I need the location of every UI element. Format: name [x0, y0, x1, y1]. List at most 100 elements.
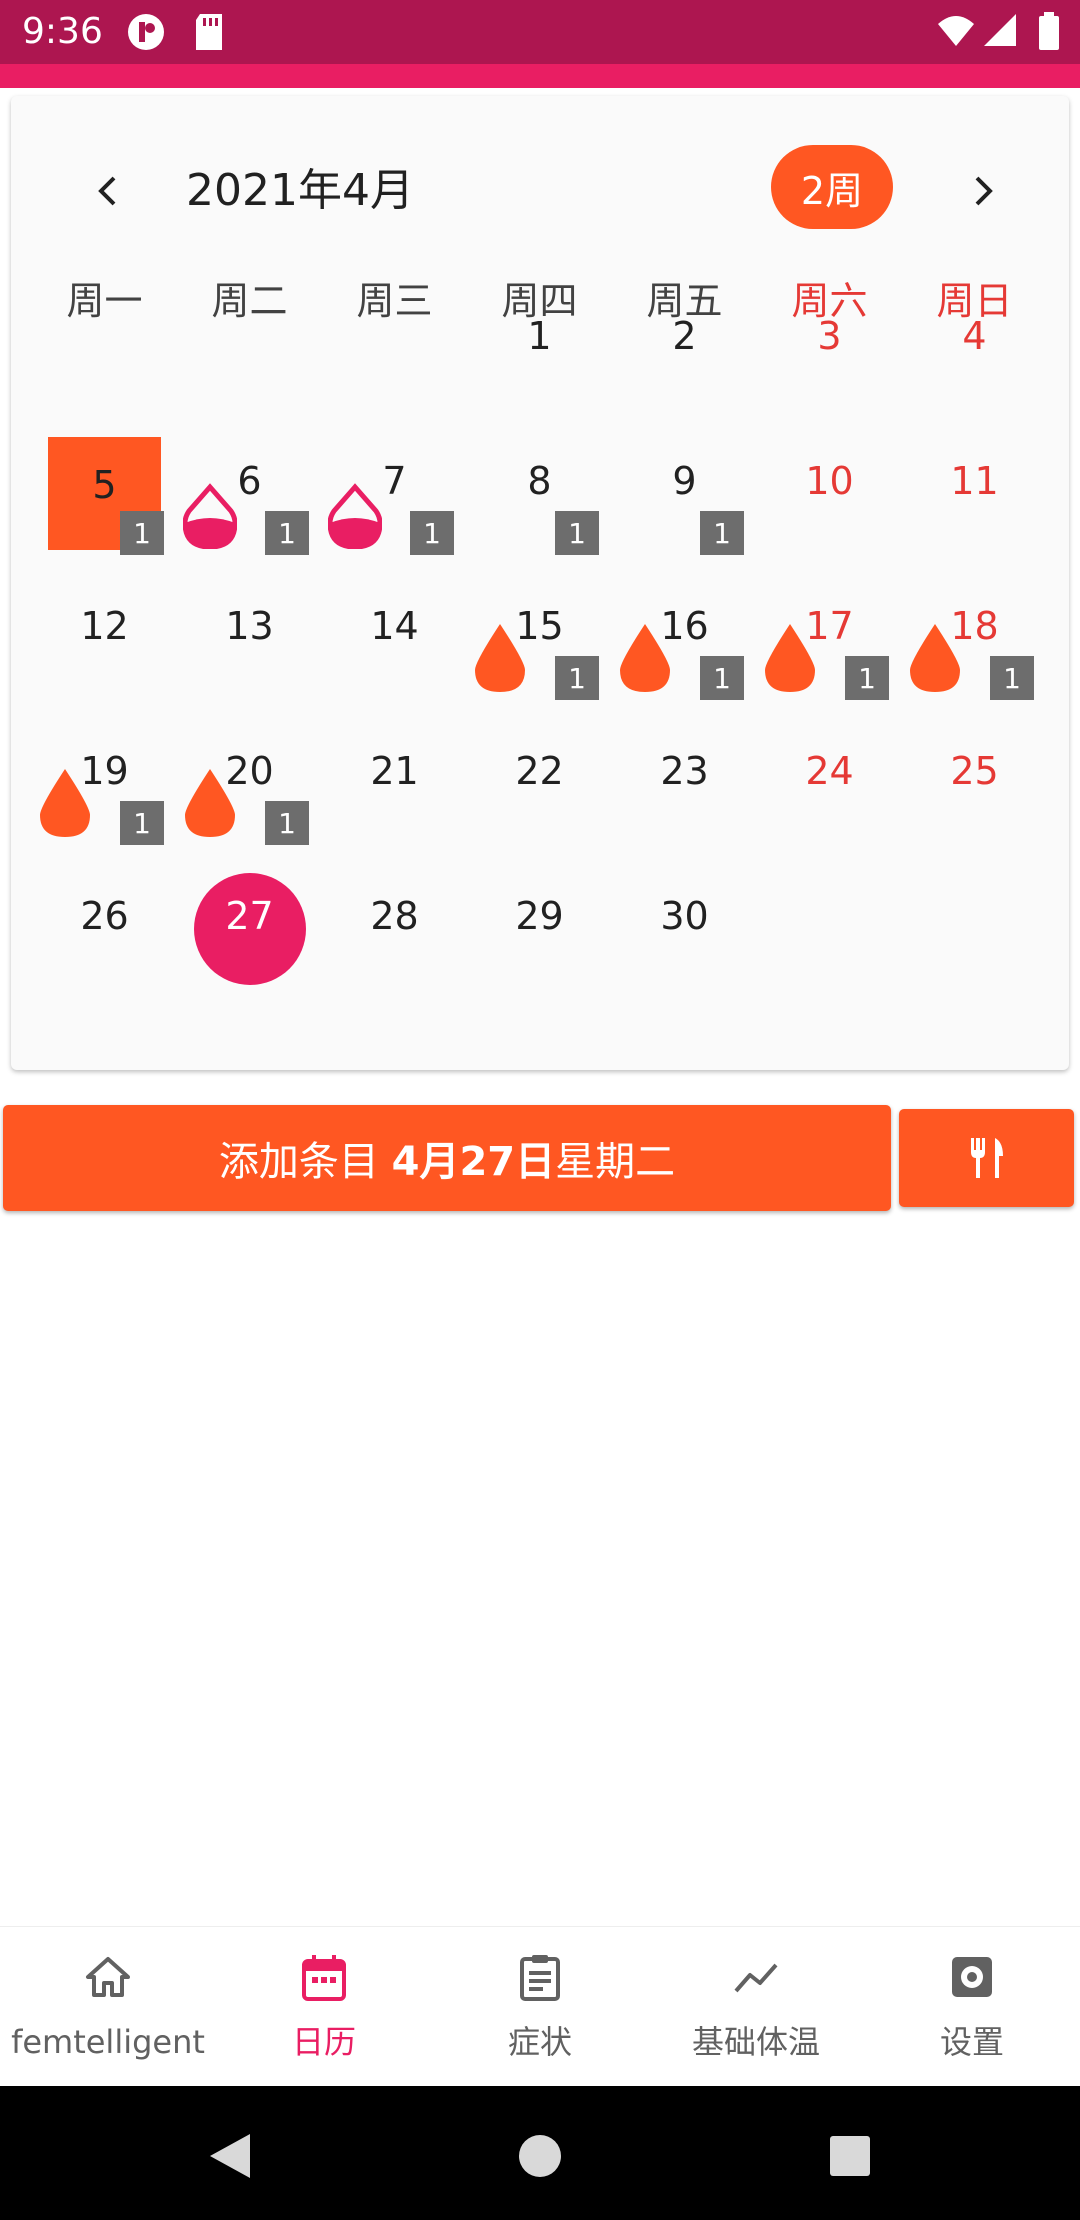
day-number: 21 [370, 749, 419, 793]
calendar-day[interactable]: 21 [322, 721, 467, 866]
calendar-day[interactable]: 23 [612, 721, 757, 866]
day-number: 16 [660, 604, 709, 648]
calendar-day[interactable]: 12 [32, 576, 177, 721]
day-number: 23 [660, 749, 709, 793]
nav-label-symptoms: 症状 [507, 2023, 572, 2061]
day-number: 1 [527, 314, 552, 358]
day-number: 26 [80, 894, 129, 938]
calendar-icon [302, 1955, 346, 2001]
day-number: 6 [237, 459, 262, 503]
back-icon[interactable] [202, 2126, 262, 2186]
next-month-button[interactable] [937, 151, 1027, 231]
month-title: 2021年4月 [186, 165, 414, 216]
add-entry-button[interactable]: 添加条目 4月27日 星期二 [3, 1105, 891, 1211]
entry-count-badge: 1 [120, 801, 164, 845]
home-icon [86, 1957, 130, 1997]
entry-count-badge: 1 [265, 511, 309, 555]
nav-item-symptoms[interactable]: 症状 [432, 1927, 648, 2087]
fork-knife-icon [970, 1138, 1003, 1178]
cell-signal-icon [984, 14, 1016, 46]
entry-count-badge: 1 [555, 511, 599, 555]
entry-count-badge: 1 [700, 656, 744, 700]
calendar-day[interactable]: 1 [467, 286, 612, 431]
day-number: 2 [672, 314, 697, 358]
app-notification-icon [128, 14, 164, 50]
trend-line-icon [734, 1963, 778, 1993]
settings-icon [952, 1957, 992, 1997]
nav-item-settings[interactable]: 设置 [864, 1927, 1080, 2087]
weekday-label: 周二 [211, 279, 288, 323]
calendar-day[interactable]: 15 1 [467, 576, 612, 721]
calendar-day[interactable]: 16 1 [612, 576, 757, 721]
day-number: 13 [225, 604, 274, 648]
entry-count-badge: 1 [700, 511, 744, 555]
calendar-day[interactable]: 25 [902, 721, 1047, 866]
add-entry-prefix: 添加条目 [218, 1139, 392, 1185]
calendar-day[interactable]: 81 [467, 431, 612, 576]
day-number: 20 [225, 749, 274, 793]
day-number: 19 [80, 749, 129, 793]
nav-label-calendar: 日历 [291, 2023, 356, 2061]
calendar-day[interactable]: 61 [177, 431, 322, 576]
status-bar: 9:36 [0, 0, 1080, 64]
calendar-day[interactable]: 13 [177, 576, 322, 721]
day-number: 25 [950, 749, 999, 793]
calendar-day[interactable]: 71 [322, 431, 467, 576]
calendar-day[interactable]: 19 1 [32, 721, 177, 866]
calendar-day[interactable]: 20 1 [177, 721, 322, 866]
previous-month-button[interactable] [64, 151, 154, 231]
calendar-day[interactable]: 26 [32, 866, 177, 1011]
nav-item-calendar[interactable]: 日历 [216, 1927, 432, 2087]
battery-icon [1039, 12, 1059, 50]
calendar-day[interactable]: 4 [902, 286, 1047, 431]
system-navigation-bar [0, 2086, 1080, 2220]
entry-count-badge: 1 [120, 511, 164, 555]
calendar-day[interactable]: 22 [467, 721, 612, 866]
day-number: 30 [660, 894, 709, 938]
calendar-day[interactable]: 27 [177, 866, 322, 1011]
clipboard-icon [520, 1955, 560, 2001]
entry-count-badge: 1 [845, 656, 889, 700]
wifi-icon [938, 16, 974, 46]
day-number: 11 [950, 459, 999, 503]
add-entry-date: 4月27日 [391, 1139, 556, 1185]
nav-label-bbt: 基础体温 [691, 2023, 820, 2061]
entry-count-badge: 1 [410, 511, 454, 555]
nav-item-home[interactable]: femtelligent [0, 1927, 216, 2087]
day-number: 24 [805, 749, 854, 793]
calendar-day[interactable]: 24 [757, 721, 902, 866]
entry-count-badge: 1 [265, 801, 309, 845]
day-number: 9 [672, 459, 697, 503]
calendar-day[interactable]: 91 [612, 431, 757, 576]
recents-square-icon[interactable] [820, 2126, 880, 2186]
calendar-day[interactable]: 14 [322, 576, 467, 721]
add-entry-weekday: 星期二 [555, 1139, 676, 1185]
entry-count-badge: 1 [555, 656, 599, 700]
calendar-day[interactable]: 18 1 [902, 576, 1047, 721]
chevron-left-icon [98, 176, 116, 206]
calendar-day[interactable]: 10 [757, 431, 902, 576]
weekday-label: 周三 [356, 279, 433, 323]
status-time: 9:36 [22, 11, 103, 52]
day-number: 8 [527, 459, 552, 503]
day-number: 7 [382, 459, 407, 503]
calendar-day[interactable]: 29 [467, 866, 612, 1011]
day-number: 3 [817, 314, 842, 358]
day-number: 27 [225, 894, 274, 938]
weekday-label: 周一 [66, 279, 143, 323]
calendar-day[interactable]: 2 [612, 286, 757, 431]
day-number: 17 [805, 604, 854, 648]
calendar-day[interactable]: 11 [902, 431, 1047, 576]
day-number: 4 [962, 314, 987, 358]
cycle-week-pill[interactable]: 2周 [771, 145, 893, 229]
day-number: 12 [80, 604, 129, 648]
calendar-day[interactable]: 3 [757, 286, 902, 431]
nav-item-bbt[interactable]: 基础体温 [648, 1927, 864, 2087]
day-number: 15 [515, 604, 564, 648]
meal-log-button[interactable] [899, 1109, 1074, 1207]
calendar-day[interactable]: 28 [322, 866, 467, 1011]
calendar-day[interactable]: 51 [32, 431, 177, 576]
home-circle-icon[interactable] [510, 2126, 570, 2186]
calendar-day[interactable]: 17 1 [757, 576, 902, 721]
calendar-day[interactable]: 30 [612, 866, 757, 1011]
